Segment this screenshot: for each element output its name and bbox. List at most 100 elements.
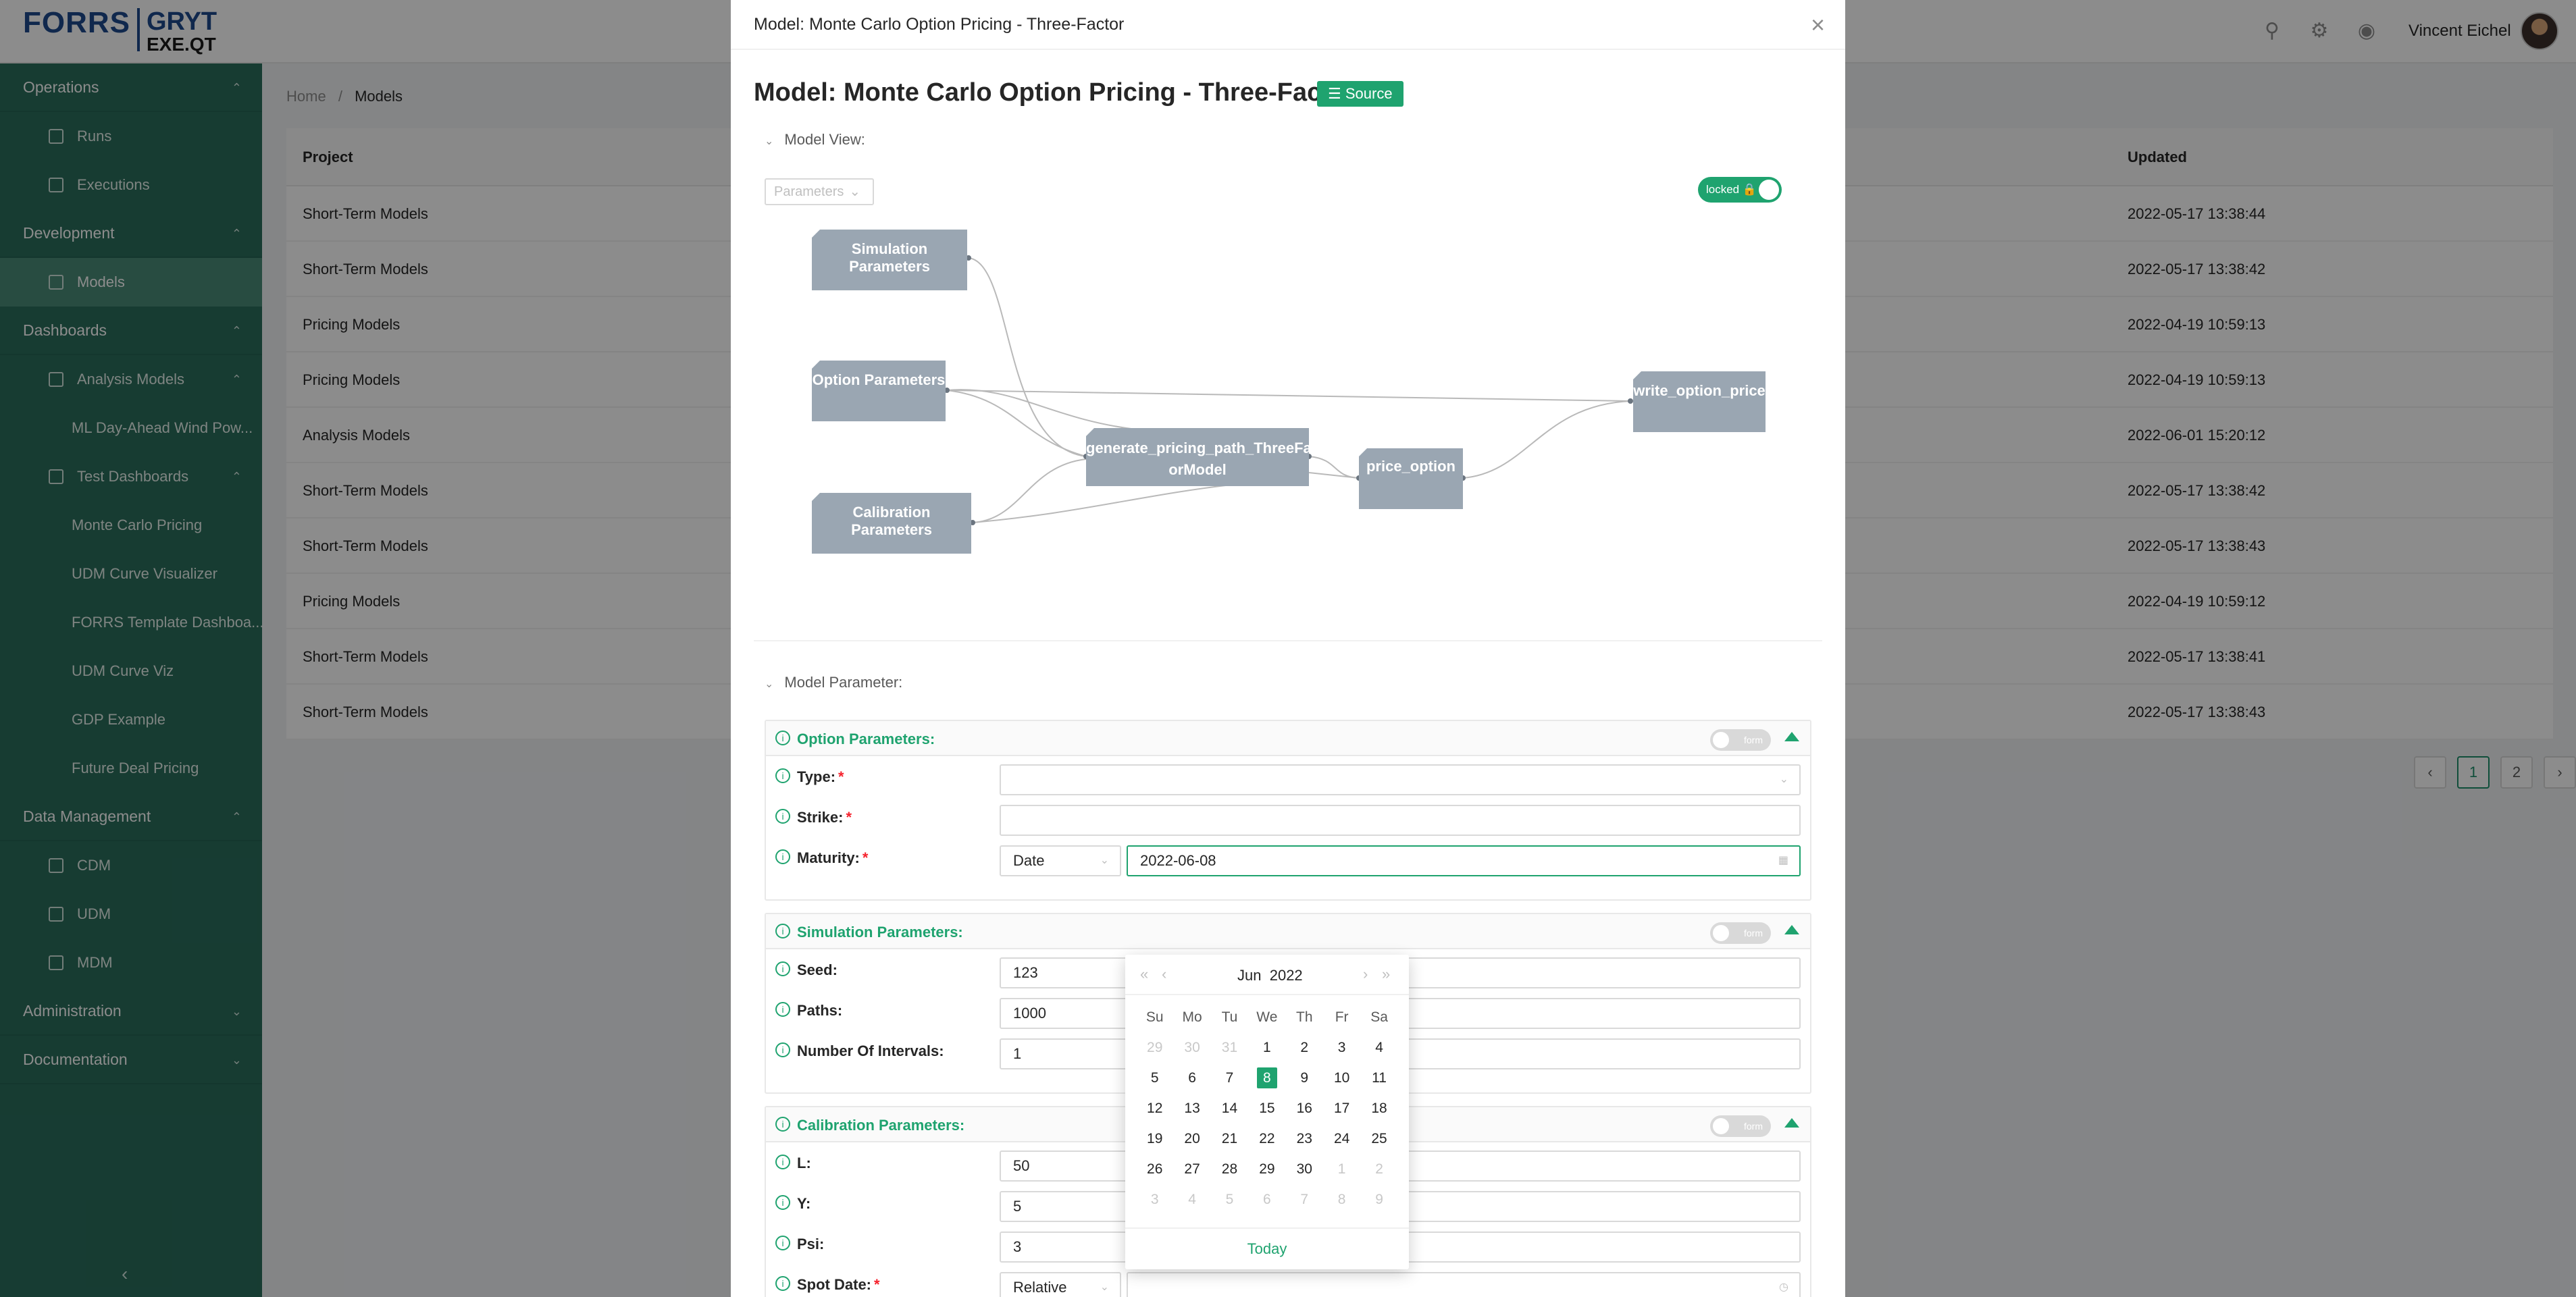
date-cell-label: 29 xyxy=(1147,1040,1163,1055)
edge-option-write xyxy=(946,390,1631,402)
date-cell[interactable]: 9 xyxy=(1286,1063,1323,1093)
date-cell[interactable]: 27 xyxy=(1173,1154,1210,1184)
date-cell[interactable]: 2 xyxy=(1286,1032,1323,1063)
date-cell[interactable]: 5 xyxy=(1136,1063,1173,1093)
date-cell-selected[interactable]: 8 xyxy=(1248,1063,1285,1093)
date-cell[interactable]: 2 xyxy=(1360,1154,1397,1184)
next-year-icon[interactable]: » xyxy=(1382,965,1390,983)
date-cell[interactable]: 20 xyxy=(1173,1123,1210,1154)
date-cell[interactable]: 22 xyxy=(1248,1123,1285,1154)
date-cell[interactable]: 6 xyxy=(1248,1184,1285,1215)
card-header[interactable]: i Option Parameters: form xyxy=(766,721,1810,756)
caret-up-icon[interactable] xyxy=(1784,1118,1799,1128)
date-cell[interactable]: 23 xyxy=(1286,1123,1323,1154)
date-cell[interactable]: 11 xyxy=(1360,1063,1397,1093)
info-icon: i xyxy=(775,1117,790,1132)
date-cell[interactable]: 30 xyxy=(1286,1154,1323,1184)
date-cell[interactable]: 14 xyxy=(1211,1093,1248,1123)
card-header[interactable]: i Simulation Parameters: form xyxy=(766,914,1810,949)
date-cell-label: 28 xyxy=(1221,1161,1238,1177)
date-picker-month[interactable]: Jun xyxy=(1237,967,1261,984)
locked-toggle[interactable]: locked 🔒 xyxy=(1698,177,1782,203)
date-cell-label: 4 xyxy=(1188,1192,1196,1207)
node-write-option-price[interactable]: write_option_price xyxy=(1633,371,1766,432)
chevron-down-icon: ⌄ xyxy=(1100,855,1109,866)
info-icon: i xyxy=(775,1236,790,1250)
node-generate-pricing-path[interactable]: generate_pricing_path_ThreeFact orModel xyxy=(1086,428,1309,486)
date-cell[interactable]: 4 xyxy=(1360,1032,1397,1063)
date-picker-header: « ‹ Jun 2022 › » xyxy=(1125,955,1409,995)
date-cell[interactable]: 17 xyxy=(1323,1093,1360,1123)
spot-mode-select[interactable]: Relative ⌄ xyxy=(1000,1272,1121,1297)
date-cell-label: 10 xyxy=(1333,1070,1350,1086)
date-cell[interactable]: 16 xyxy=(1286,1093,1323,1123)
node-simulation-parameters[interactable]: Simulation Parameters xyxy=(812,230,967,290)
date-cell-label: 4 xyxy=(1375,1040,1383,1055)
date-cell[interactable]: 19 xyxy=(1136,1123,1173,1154)
date-cell[interactable]: 15 xyxy=(1248,1093,1285,1123)
date-cell[interactable]: 29 xyxy=(1248,1154,1285,1184)
info-icon: i xyxy=(775,731,790,745)
required-marker: * xyxy=(862,849,869,866)
source-icon: ☰ xyxy=(1328,85,1345,102)
date-cell[interactable]: 7 xyxy=(1286,1184,1323,1215)
date-cell[interactable]: 1 xyxy=(1323,1154,1360,1184)
spot-date-label-text: Spot Date: xyxy=(797,1276,871,1293)
date-picker: « ‹ Jun 2022 › » Su Mo Tu We Th Fr Sa 29 30 31 1 2 3… xyxy=(1125,955,1409,1269)
strike-label: Strike: * xyxy=(797,809,852,826)
prev-month-icon[interactable]: ‹ xyxy=(1162,965,1166,983)
maturity-date-input[interactable]: 2022-06-08 ▦ xyxy=(1127,845,1801,876)
date-cell[interactable]: 4 xyxy=(1173,1184,1210,1215)
date-cell[interactable]: 6 xyxy=(1173,1063,1210,1093)
date-cell[interactable]: 28 xyxy=(1211,1154,1248,1184)
spot-date-input[interactable]: ◷ xyxy=(1127,1272,1801,1297)
date-cell[interactable]: 26 xyxy=(1136,1154,1173,1184)
date-cell[interactable]: 30 xyxy=(1173,1032,1210,1063)
maturity-mode-select[interactable]: Date ⌄ xyxy=(1000,845,1121,876)
date-cell[interactable]: 3 xyxy=(1136,1184,1173,1215)
date-cell[interactable]: 7 xyxy=(1211,1063,1248,1093)
model-parameter-toggle[interactable]: ⌄ Model Parameter: xyxy=(765,674,902,691)
close-icon[interactable]: × xyxy=(1811,11,1825,39)
date-cell[interactable]: 5 xyxy=(1211,1184,1248,1215)
date-cell-label: 1 xyxy=(1263,1040,1271,1055)
caret-up-icon[interactable] xyxy=(1784,925,1799,934)
form-toggle[interactable]: form xyxy=(1710,729,1771,751)
node-option-parameters[interactable]: Option Parameters xyxy=(812,361,946,421)
next-month-icon[interactable]: › xyxy=(1363,965,1368,983)
date-cell[interactable]: 9 xyxy=(1360,1184,1397,1215)
date-cell[interactable]: 12 xyxy=(1136,1093,1173,1123)
date-cell[interactable]: 24 xyxy=(1323,1123,1360,1154)
node-calibration-parameters[interactable]: Calibration Parameters xyxy=(812,493,971,554)
date-cell[interactable]: 18 xyxy=(1360,1093,1397,1123)
form-toggle[interactable]: form xyxy=(1710,1115,1771,1137)
date-cell[interactable]: 8 xyxy=(1323,1184,1360,1215)
date-cell-label: 1 xyxy=(1337,1161,1346,1177)
edge-option-generate-2 xyxy=(946,389,1137,430)
type-select[interactable]: ⌄ xyxy=(1000,764,1801,795)
date-cell[interactable]: 29 xyxy=(1136,1032,1173,1063)
prev-year-icon[interactable]: « xyxy=(1140,965,1148,983)
model-view-toggle[interactable]: ⌄ Model View: xyxy=(765,131,865,149)
modal-header: Model: Monte Carlo Option Pricing - Thre… xyxy=(731,0,1845,50)
parameters-dropdown[interactable]: Parameters ⌄ xyxy=(765,178,874,205)
strike-input[interactable] xyxy=(1000,805,1801,836)
modal-header-title: Model: Monte Carlo Option Pricing - Thre… xyxy=(754,15,1125,34)
form-toggle[interactable]: form xyxy=(1710,922,1771,944)
date-cell[interactable]: 13 xyxy=(1173,1093,1210,1123)
date-cell[interactable]: 1 xyxy=(1248,1032,1285,1063)
date-cell[interactable]: 3 xyxy=(1323,1032,1360,1063)
source-button[interactable]: ☰ Source xyxy=(1317,81,1403,107)
date-cell[interactable]: 21 xyxy=(1211,1123,1248,1154)
caret-up-icon[interactable] xyxy=(1784,732,1799,741)
today-button[interactable]: Today xyxy=(1125,1227,1409,1269)
date-cell[interactable]: 25 xyxy=(1360,1123,1397,1154)
date-cell[interactable]: 10 xyxy=(1323,1063,1360,1093)
weekday-label: Fr xyxy=(1335,1009,1349,1025)
date-picker-year[interactable]: 2022 xyxy=(1270,967,1303,984)
week-row: 26 27 28 29 30 1 2 xyxy=(1136,1154,1398,1184)
node-price-option[interactable]: price_option xyxy=(1359,448,1463,509)
edge-simulation-generate xyxy=(968,257,1087,457)
chevron-down-icon: ⌄ xyxy=(765,679,774,690)
date-cell[interactable]: 31 xyxy=(1211,1032,1248,1063)
